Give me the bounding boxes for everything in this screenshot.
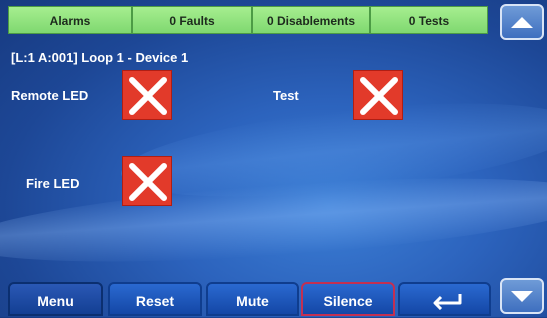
scroll-down-button[interactable] (500, 278, 544, 314)
enter-return-icon (433, 294, 462, 310)
remote-led-state-toggle[interactable] (122, 70, 172, 120)
tab-disablements[interactable]: 0 Disablements (252, 6, 370, 34)
reset-button[interactable]: Reset (108, 282, 202, 316)
menu-button[interactable]: Menu (8, 282, 103, 316)
mute-button[interactable]: Mute (206, 282, 299, 316)
scroll-up-button[interactable] (500, 4, 544, 40)
test-label: Test (273, 88, 299, 103)
x-cross-icon (129, 163, 167, 201)
enter-button[interactable] (398, 282, 491, 316)
test-state-toggle[interactable] (353, 70, 403, 120)
device-title: [L:1 A:001] Loop 1 - Device 1 (11, 50, 189, 65)
silence-button[interactable]: Silence (301, 282, 395, 316)
panel-screen: Alarms 0 Faults 0 Disablements 0 Tests [… (0, 0, 547, 317)
triangle-down-icon (511, 291, 533, 302)
tab-alarms[interactable]: Alarms (8, 6, 132, 34)
triangle-up-icon (511, 17, 533, 28)
x-cross-icon (129, 77, 167, 115)
tab-faults[interactable]: 0 Faults (132, 6, 252, 34)
fire-led-state-toggle[interactable] (122, 156, 172, 206)
remote-led-label: Remote LED (11, 88, 89, 103)
tab-tests[interactable]: 0 Tests (370, 6, 488, 34)
fire-led-label: Fire LED (26, 176, 80, 191)
x-cross-icon (360, 77, 398, 115)
